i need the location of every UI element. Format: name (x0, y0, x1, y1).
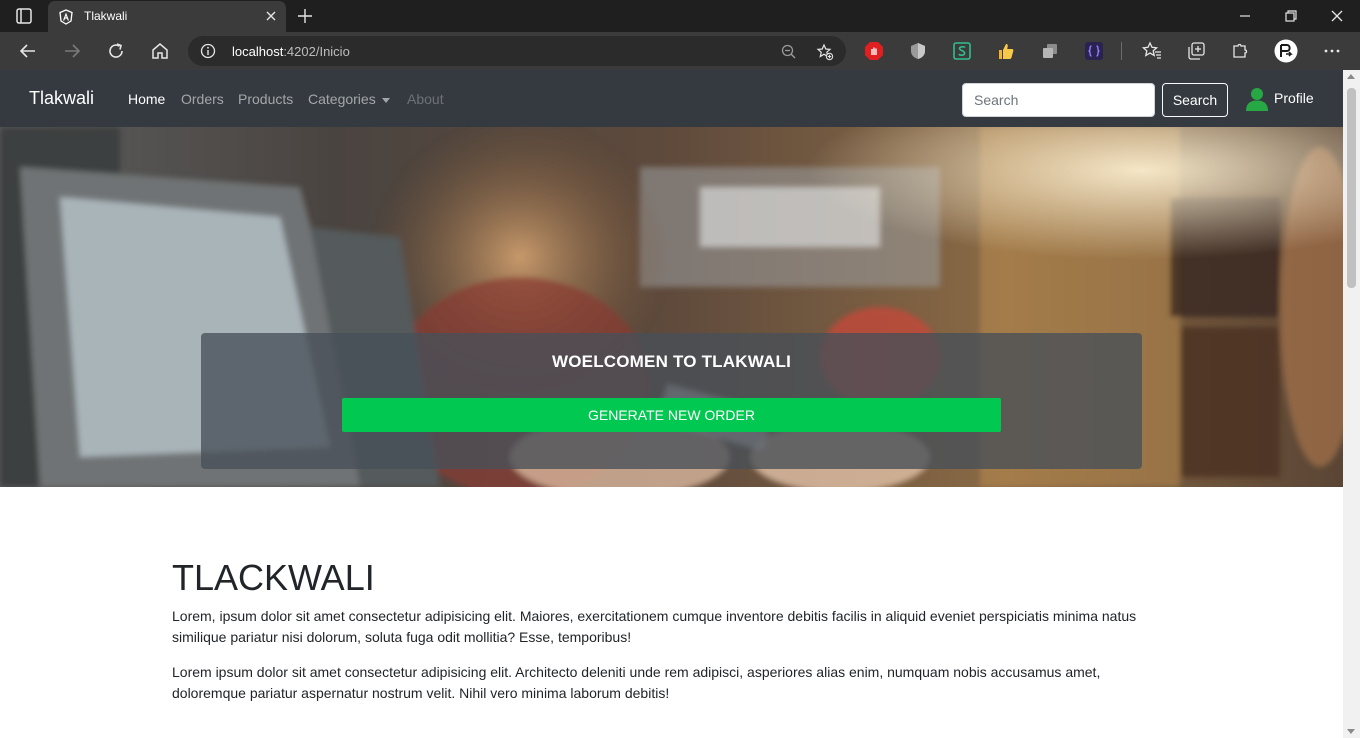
s-extension-icon[interactable] (952, 41, 972, 61)
profile-label: Profile (1274, 90, 1314, 106)
nav-link-products[interactable]: Products (238, 91, 293, 107)
address-path: :4202/Inicio (283, 44, 350, 59)
site-info-icon[interactable] (200, 43, 216, 59)
zoom-out-icon[interactable] (780, 43, 798, 61)
page-heading: TLACKWALI (172, 557, 375, 598)
web-page: Tlakwali Home Orders Products Categories… (0, 70, 1343, 738)
scroll-up-icon[interactable] (1347, 74, 1355, 79)
search-button[interactable]: Search (1162, 83, 1228, 117)
page-scrollbar[interactable] (1343, 70, 1360, 738)
intro-paragraph-2: Lorem ipsum dolor sit amet consectetur a… (172, 664, 1101, 701)
address-host: localhost (232, 44, 284, 59)
shield-extension-icon[interactable] (908, 41, 928, 61)
back-icon[interactable] (18, 41, 38, 61)
nav-link-about: About (407, 91, 444, 107)
favorites-icon[interactable] (1141, 41, 1162, 61)
extensions-icon[interactable] (1230, 41, 1250, 61)
tab-title: Tlakwali (84, 9, 128, 23)
nav-link-categories-label: Categories (308, 91, 376, 107)
refresh-icon[interactable] (106, 41, 126, 61)
hero-banner: WOELCOMEN TO TLAKWALI GENERATE NEW ORDER (0, 127, 1343, 487)
navbar-brand[interactable]: Tlakwali (29, 88, 94, 109)
more-menu-icon[interactable] (1322, 41, 1342, 61)
user-icon (1246, 87, 1268, 111)
site-navbar: Tlakwali Home Orders Products Categories… (0, 70, 1343, 127)
intro-paragraph-1: Lorem, ipsum dolor sit amet consectetur … (172, 608, 1137, 645)
nav-dropdown-categories[interactable]: Categories (308, 91, 390, 107)
nav-link-home[interactable]: Home (128, 91, 165, 107)
minimize-icon[interactable] (1235, 6, 1255, 26)
hero-card: WOELCOMEN TO TLAKWALI GENERATE NEW ORDER (201, 333, 1142, 469)
toolbar-separator (1121, 42, 1122, 60)
address-bar[interactable]: localhost:4202/Inicio (188, 36, 846, 66)
browser-toolbar: localhost:4202/Inicio (0, 32, 1360, 70)
chevron-down-icon (381, 97, 390, 103)
forward-icon[interactable] (62, 41, 82, 61)
tab-actions-icon[interactable] (12, 7, 36, 25)
adblock-extension-icon[interactable] (864, 41, 884, 61)
scrollbar-thumb[interactable] (1347, 88, 1356, 288)
profile-avatar-icon[interactable] (1274, 39, 1298, 63)
collections-icon[interactable] (1186, 41, 1206, 61)
close-window-icon[interactable] (1327, 6, 1347, 26)
thumbs-up-extension-icon[interactable] (996, 41, 1016, 61)
json-extension-icon[interactable] (1084, 41, 1104, 61)
nav-link-orders[interactable]: Orders (181, 91, 224, 107)
restore-icon[interactable] (1281, 6, 1301, 26)
address-url: localhost:4202/Inicio (232, 44, 350, 59)
add-favorite-icon[interactable] (816, 43, 834, 61)
scroll-down-icon[interactable] (1347, 729, 1355, 734)
generate-new-order-button[interactable]: GENERATE NEW ORDER (342, 398, 1001, 432)
new-tab-icon[interactable] (296, 7, 314, 25)
tab-manager-extension-icon[interactable] (1040, 41, 1060, 61)
browser-tab[interactable]: Tlakwali (48, 1, 286, 32)
browser-tab-strip: Tlakwali (0, 0, 1360, 32)
hero-title: WOELCOMEN TO TLAKWALI (551, 352, 792, 371)
search-input[interactable] (962, 83, 1155, 117)
home-icon[interactable] (150, 41, 170, 61)
close-tab-icon[interactable] (264, 9, 278, 23)
angular-logo-icon (58, 9, 74, 25)
